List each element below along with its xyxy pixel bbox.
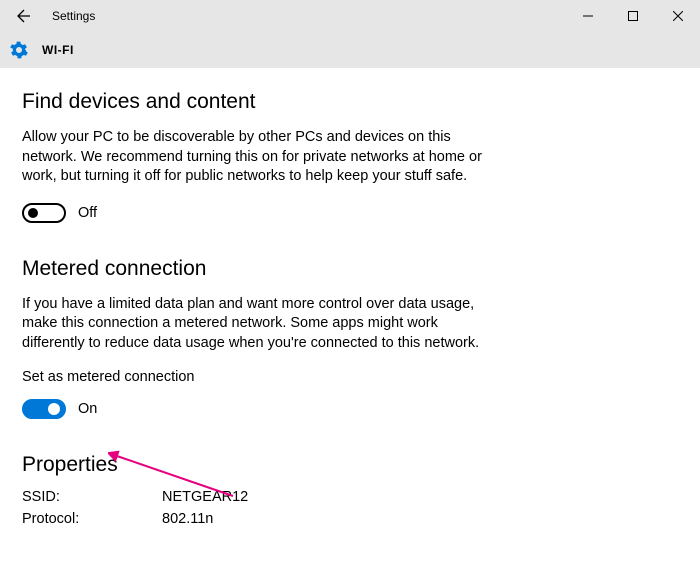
titlebar: Settings: [0, 0, 700, 32]
property-key: SSID:: [22, 489, 162, 505]
find-devices-description: Allow your PC to be discoverable by othe…: [22, 128, 482, 187]
maximize-button[interactable]: [610, 0, 655, 32]
close-button[interactable]: [655, 0, 700, 32]
property-value: NETGEAR12: [162, 489, 248, 505]
metered-setting-label: Set as metered connection: [22, 369, 678, 385]
minimize-button[interactable]: [565, 0, 610, 32]
property-value: 802.11n: [162, 511, 213, 527]
minimize-icon: [583, 11, 593, 21]
close-icon: [673, 11, 683, 21]
window-title: Settings: [52, 9, 95, 23]
property-row: Protocol: 802.11n: [22, 511, 678, 527]
find-devices-toggle[interactable]: [22, 203, 66, 223]
content-area: Find devices and content Allow your PC t…: [0, 68, 700, 527]
metered-toggle-label: On: [78, 401, 97, 417]
find-devices-toggle-row: Off: [22, 203, 678, 223]
back-button[interactable]: [8, 0, 40, 32]
metered-heading: Metered connection: [22, 257, 678, 281]
window-controls: [565, 0, 700, 32]
metered-description: If you have a limited data plan and want…: [22, 295, 482, 354]
find-devices-toggle-label: Off: [78, 205, 97, 221]
back-arrow-icon: [16, 8, 32, 24]
metered-toggle[interactable]: [22, 399, 66, 419]
maximize-icon: [628, 11, 638, 21]
gear-icon: [10, 41, 28, 59]
property-row: SSID: NETGEAR12: [22, 489, 678, 505]
properties-table: SSID: NETGEAR12 Protocol: 802.11n: [22, 489, 678, 527]
find-devices-heading: Find devices and content: [22, 90, 678, 114]
property-key: Protocol:: [22, 511, 162, 527]
properties-heading: Properties: [22, 453, 678, 477]
page-header: WI-FI: [0, 32, 700, 68]
page-title: WI-FI: [42, 43, 74, 57]
metered-toggle-row: On: [22, 399, 678, 419]
